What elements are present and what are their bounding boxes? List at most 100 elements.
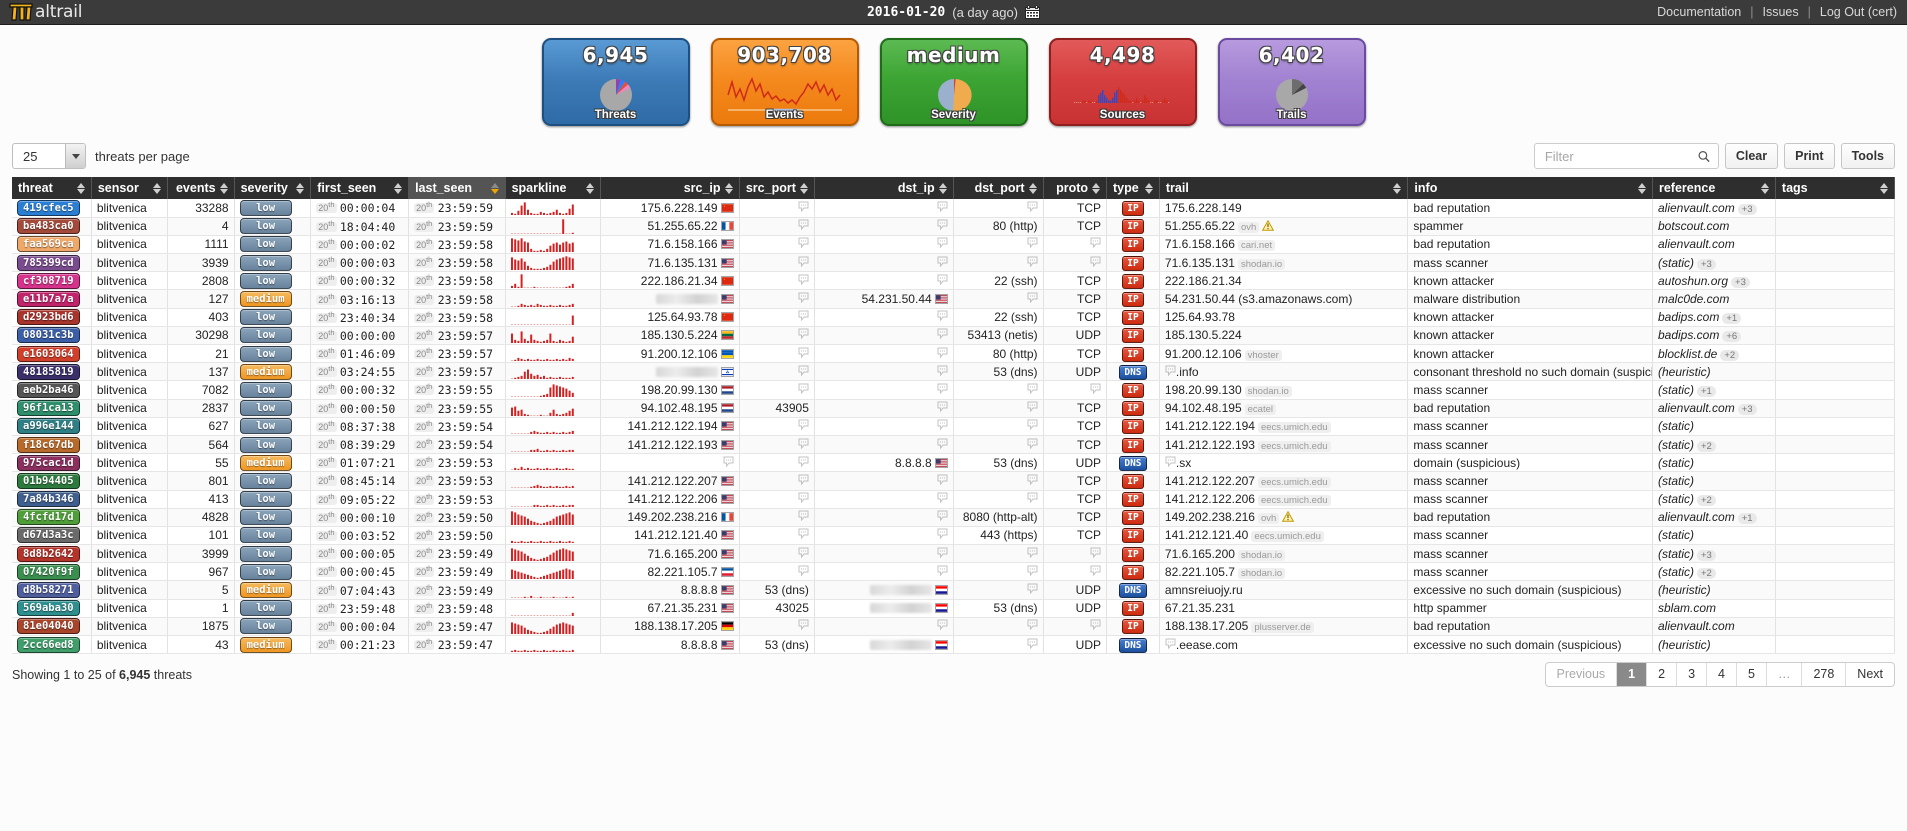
- column-header-reference[interactable]: reference: [1652, 177, 1776, 199]
- table-row[interactable]: 569aba30 blitvenica 1 low 20th 23:59:48 …: [12, 599, 1896, 618]
- sort-arrows-icon[interactable]: [394, 182, 403, 194]
- filter-box[interactable]: [1533, 143, 1719, 169]
- table-row[interactable]: f18c67db blitvenica 564 low 20th 08:39:2…: [12, 435, 1896, 455]
- comment-bubble-icon[interactable]: [1165, 365, 1176, 376]
- comment-bubble-icon[interactable]: [937, 328, 948, 340]
- comment-bubble-icon[interactable]: [798, 619, 809, 631]
- threat-id-badge[interactable]: 48185819: [17, 363, 80, 380]
- comment-bubble-icon[interactable]: [1090, 383, 1101, 394]
- threat-id-badge[interactable]: 419cfec5: [17, 199, 80, 216]
- sort-arrows-icon[interactable]: [799, 182, 808, 194]
- tools-button[interactable]: Tools: [1840, 143, 1895, 169]
- column-header-dst_port[interactable]: dst_port: [953, 177, 1044, 199]
- threat-id-badge[interactable]: 8d8b2642: [17, 545, 80, 562]
- threat-id-badge[interactable]: 96f1ca13: [17, 400, 80, 417]
- cell-threat[interactable]: e11b7a7a: [12, 289, 92, 309]
- cell-threat[interactable]: 569aba30: [12, 599, 92, 618]
- comment-bubble-icon[interactable]: [1027, 256, 1038, 267]
- threat-id-badge[interactable]: 7a84b346: [17, 491, 80, 508]
- page-button-next[interactable]: Next: [1846, 663, 1894, 686]
- comment-bubble-icon[interactable]: [798, 237, 809, 249]
- comment-bubble-icon[interactable]: [798, 256, 809, 267]
- cell-threat[interactable]: 4fcfd17d: [12, 508, 92, 527]
- link-logout[interactable]: Log Out (cert): [1820, 5, 1897, 19]
- comment-bubble-icon[interactable]: [937, 547, 948, 558]
- threat-id-badge[interactable]: faa569ca: [17, 236, 80, 253]
- comment-bubble-icon[interactable]: [1027, 583, 1038, 595]
- comment-bubble-icon[interactable]: [798, 383, 809, 394]
- cell-threat[interactable]: 785399cd: [12, 253, 92, 273]
- comment-bubble-icon[interactable]: [723, 456, 734, 467]
- cell-threat[interactable]: e1603064: [12, 344, 92, 364]
- comment-bubble-icon[interactable]: [1027, 619, 1038, 631]
- column-header-src_ip[interactable]: src_ip: [600, 177, 740, 199]
- column-header-events[interactable]: events: [167, 177, 235, 199]
- comment-bubble-icon[interactable]: [937, 365, 948, 376]
- table-row[interactable]: d67d3a3c blitvenica 101 low 20th 00:03:5…: [12, 526, 1896, 546]
- comment-bubble-icon[interactable]: [937, 219, 948, 231]
- cell-threat[interactable]: 07420f9f: [12, 562, 92, 582]
- comment-bubble-icon[interactable]: [798, 347, 809, 358]
- summary-card-trails[interactable]: 6,402 Trails: [1217, 38, 1366, 126]
- comment-bubble-icon[interactable]: [937, 256, 948, 267]
- cell-threat[interactable]: cf308719: [12, 271, 92, 291]
- sort-arrows-icon[interactable]: [219, 182, 228, 194]
- threat-id-badge[interactable]: 08031c3b: [17, 327, 80, 344]
- table-row[interactable]: 8d8b2642 blitvenica 3999 low 20th 00:00:…: [12, 544, 1896, 564]
- threat-id-badge[interactable]: 2cc66ed8: [17, 636, 80, 653]
- threat-id-badge[interactable]: d8b58271: [17, 582, 80, 599]
- cell-threat[interactable]: d8b58271: [12, 580, 92, 600]
- threat-id-badge[interactable]: a996e144: [17, 418, 80, 435]
- comment-bubble-icon[interactable]: [937, 419, 948, 431]
- comment-bubble-icon[interactable]: [798, 310, 809, 322]
- summary-card-sources[interactable]: 4,498 Sources: [1048, 38, 1197, 126]
- cell-threat[interactable]: aeb2ba46: [12, 380, 92, 400]
- cell-threat[interactable]: d2923bd6: [12, 308, 92, 327]
- table-row[interactable]: d2923bd6 blitvenica 403 low 20th 23:40:3…: [12, 308, 1896, 327]
- sort-arrows-icon[interactable]: [585, 182, 594, 194]
- column-header-sparkline[interactable]: sparkline: [505, 177, 601, 199]
- comment-bubble-icon[interactable]: [1027, 292, 1038, 304]
- threat-id-badge[interactable]: 785399cd: [17, 254, 80, 271]
- comment-bubble-icon[interactable]: [1090, 547, 1101, 558]
- table-row[interactable]: aeb2ba46 blitvenica 7082 low 20th 00:00:…: [12, 380, 1896, 400]
- table-row[interactable]: 975cac1d blitvenica 55 medium 20th 01:07…: [12, 453, 1896, 473]
- brand-logo[interactable]: altrail: [0, 1, 82, 23]
- page-button-5[interactable]: 5: [1737, 663, 1767, 687]
- column-header-type[interactable]: type: [1106, 177, 1160, 199]
- comment-bubble-icon[interactable]: [798, 565, 809, 576]
- comment-bubble-icon[interactable]: [937, 347, 948, 358]
- per-page-select[interactable]: 25: [12, 143, 86, 169]
- column-header-trail[interactable]: trail: [1159, 177, 1409, 199]
- comment-bubble-icon[interactable]: [1027, 201, 1038, 212]
- comment-bubble-icon[interactable]: [1090, 256, 1101, 267]
- sort-arrows-icon[interactable]: [1880, 182, 1888, 194]
- comment-bubble-icon[interactable]: [798, 292, 809, 304]
- cell-threat[interactable]: 96f1ca13: [12, 399, 92, 418]
- comment-bubble-icon[interactable]: [1027, 419, 1038, 431]
- sort-arrows-icon[interactable]: [1028, 182, 1037, 194]
- comment-bubble-icon[interactable]: [937, 474, 948, 485]
- comment-bubble-icon[interactable]: [798, 365, 809, 376]
- page-button-3[interactable]: 3: [1677, 663, 1708, 687]
- comment-bubble-icon[interactable]: [1027, 438, 1038, 449]
- comment-bubble-icon[interactable]: [937, 528, 948, 540]
- sort-arrows-icon[interactable]: [724, 182, 733, 194]
- threat-id-badge[interactable]: 4fcfd17d: [17, 509, 80, 526]
- page-button-2[interactable]: 2: [1647, 663, 1678, 687]
- comment-bubble-icon[interactable]: [937, 438, 948, 449]
- cell-threat[interactable]: 2cc66ed8: [12, 635, 92, 655]
- sort-arrows-icon[interactable]: [1144, 182, 1153, 194]
- table-row[interactable]: 48185819 blitvenica 137 medium 20th 03:2…: [12, 362, 1896, 382]
- comment-bubble-icon[interactable]: [1027, 638, 1038, 649]
- threat-id-badge[interactable]: f18c67db: [17, 436, 80, 453]
- cell-threat[interactable]: 08031c3b: [12, 326, 92, 346]
- cell-threat[interactable]: 81e04040: [12, 617, 92, 637]
- page-button-previous[interactable]: Previous: [1546, 663, 1618, 687]
- clear-button[interactable]: Clear: [1724, 143, 1779, 169]
- sort-arrows-icon[interactable]: [1760, 182, 1769, 194]
- comment-bubble-icon[interactable]: [798, 456, 809, 467]
- search-input[interactable]: [1542, 147, 1698, 165]
- table-row[interactable]: 7a84b346 blitvenica 413 low 20th 09:05:2…: [12, 490, 1896, 509]
- cell-threat[interactable]: d67d3a3c: [12, 526, 92, 546]
